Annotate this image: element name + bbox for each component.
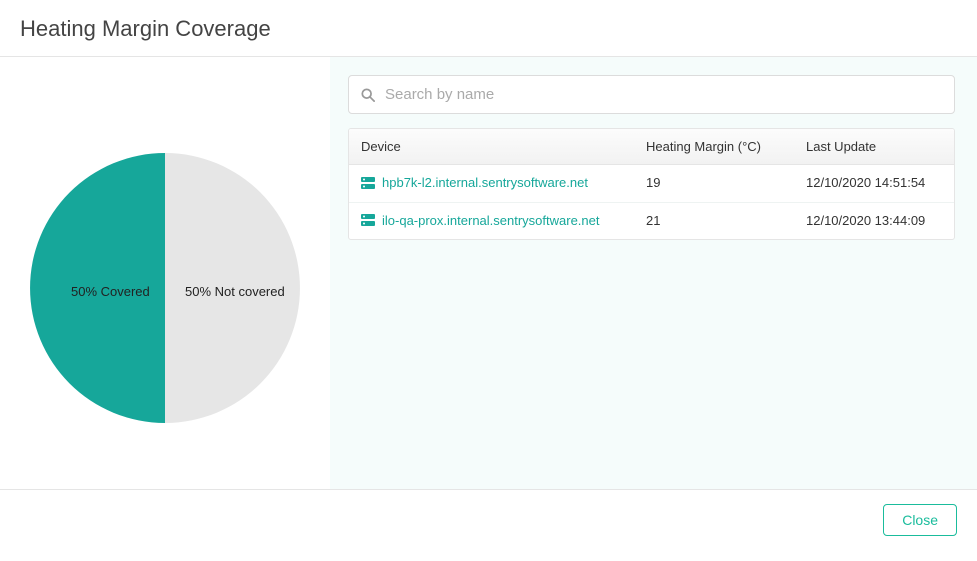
- device-table: Device Heating Margin (°C) Last Update h…: [348, 128, 955, 240]
- pie-label-not-covered: 50% Not covered: [185, 284, 285, 299]
- close-button[interactable]: Close: [883, 504, 957, 536]
- dialog-header: Heating Margin Coverage: [0, 0, 977, 57]
- table-row: hpb7k-l2.internal.sentrysoftware.net 19 …: [349, 165, 954, 203]
- table-row: ilo-qa-prox.internal.sentrysoftware.net …: [349, 203, 954, 240]
- pie-chart-panel: 50% Covered 50% Not covered: [0, 57, 330, 489]
- search-icon: [361, 88, 375, 102]
- search-box[interactable]: [348, 75, 955, 114]
- table-panel: Device Heating Margin (°C) Last Update h…: [330, 57, 977, 489]
- update-value: 12/10/2020 13:44:09: [794, 203, 954, 240]
- pie-label-covered: 50% Covered: [71, 284, 150, 299]
- device-link[interactable]: ilo-qa-prox.internal.sentrysoftware.net: [361, 213, 600, 228]
- device-link[interactable]: hpb7k-l2.internal.sentrysoftware.net: [361, 175, 588, 190]
- pie-chart: 50% Covered 50% Not covered: [25, 148, 305, 428]
- dialog-footer: Close: [0, 489, 977, 550]
- server-icon: [361, 177, 375, 189]
- margin-value: 21: [634, 203, 794, 240]
- update-value: 12/10/2020 14:51:54: [794, 165, 954, 202]
- table-header-row: Device Heating Margin (°C) Last Update: [349, 129, 954, 165]
- content-area: 50% Covered 50% Not covered Device Heati…: [0, 57, 977, 489]
- device-name: ilo-qa-prox.internal.sentrysoftware.net: [382, 213, 600, 228]
- column-header-device[interactable]: Device: [349, 129, 634, 164]
- column-header-update[interactable]: Last Update: [794, 129, 954, 164]
- margin-value: 19: [634, 165, 794, 202]
- server-icon: [361, 214, 375, 226]
- search-input[interactable]: [385, 86, 942, 103]
- page-title: Heating Margin Coverage: [20, 16, 957, 42]
- column-header-margin[interactable]: Heating Margin (°C): [634, 129, 794, 164]
- device-name: hpb7k-l2.internal.sentrysoftware.net: [382, 175, 588, 190]
